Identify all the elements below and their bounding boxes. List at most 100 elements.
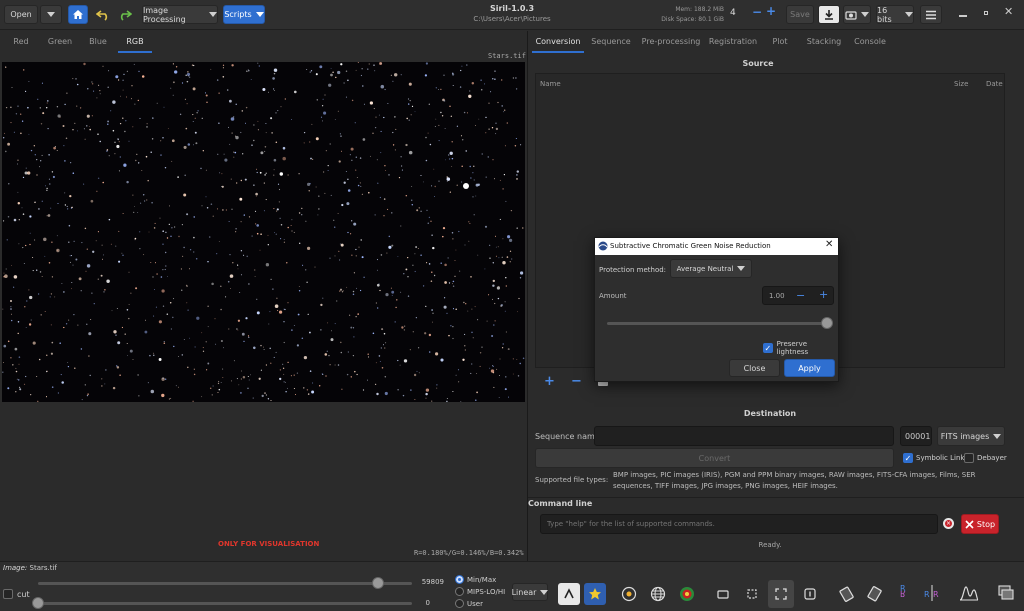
sequence-number-input[interactable]: 00001 — [900, 426, 932, 446]
scale-dropdown[interactable]: Linear — [512, 583, 549, 601]
redo-button[interactable] — [114, 4, 136, 26]
radio-mips[interactable]: MIPS-LO/HI — [455, 587, 505, 596]
dialog-close-button[interactable]: Close — [729, 359, 780, 377]
autostretch-button[interactable] — [558, 583, 580, 605]
amount-spinbox[interactable]: 1.00 − + — [762, 286, 834, 305]
high-slider-track[interactable] — [38, 582, 412, 585]
add-files-icon[interactable]: + — [544, 374, 555, 389]
protection-method-dropdown[interactable]: Average Neutral — [670, 259, 752, 278]
crop-button[interactable] — [712, 583, 734, 605]
image-canvas[interactable] — [2, 62, 525, 402]
dialog-apply-button[interactable]: Apply — [784, 359, 835, 377]
image-processing-menu-button[interactable]: Image Processing — [142, 5, 218, 24]
low-value[interactable]: 0 — [416, 599, 430, 607]
amount-slider-knob[interactable] — [821, 317, 833, 329]
zoom-one-button[interactable] — [799, 583, 821, 605]
preserve-lightness-toggle[interactable]: ✓ Preserve lightness — [763, 340, 838, 356]
star — [4, 274, 8, 278]
star — [5, 268, 7, 270]
symbolic-link-toggle[interactable]: ✓ Symbolic Link — [903, 453, 964, 463]
star — [63, 145, 65, 147]
amount-increase-icon[interactable]: + — [819, 288, 828, 301]
tab-blue[interactable]: Blue — [82, 31, 114, 53]
star — [193, 251, 195, 253]
column-name[interactable]: Name — [540, 80, 561, 88]
save-as-button[interactable] — [818, 5, 840, 24]
star — [397, 359, 399, 362]
radio-mips-dot[interactable] — [455, 587, 464, 596]
tab-red[interactable]: Red — [4, 31, 38, 53]
radio-minmax-dot[interactable] — [455, 575, 464, 584]
fit-zoom-button[interactable] — [768, 580, 794, 608]
scripts-menu-button[interactable]: Scripts — [223, 5, 265, 24]
color-tool-button[interactable] — [584, 583, 606, 605]
dialog-close-icon[interactable]: ✕ — [825, 239, 833, 250]
debayer-toggle[interactable]: Debayer — [964, 453, 1007, 463]
column-date[interactable]: Date — [986, 80, 1003, 88]
star — [169, 205, 170, 207]
histogram-button[interactable] — [958, 582, 980, 604]
radio-user-dot[interactable] — [455, 599, 464, 608]
cut-toggle[interactable]: cut — [3, 589, 30, 599]
star — [241, 110, 244, 112]
psf-button[interactable] — [676, 583, 698, 605]
star — [425, 136, 427, 139]
column-size[interactable]: Size — [954, 80, 968, 88]
cut-checkbox[interactable] — [3, 589, 13, 599]
rotate-right-button[interactable] — [864, 583, 886, 605]
star — [367, 353, 369, 355]
convert-button[interactable]: Convert — [535, 448, 894, 468]
tab-preprocessing[interactable]: Pre-processing — [640, 31, 702, 53]
rotate-left-button[interactable] — [836, 583, 858, 605]
star — [50, 324, 52, 326]
star — [416, 209, 419, 212]
tab-plot[interactable]: Plot — [766, 31, 794, 53]
thread-count[interactable]: 4 — [730, 8, 736, 18]
home-button[interactable] — [68, 5, 88, 24]
tab-rgb[interactable]: RGB — [118, 31, 152, 53]
clear-command-button[interactable]: × — [943, 518, 954, 529]
bit-depth-button[interactable]: 16 bits — [876, 5, 914, 24]
high-value[interactable]: 59809 — [416, 578, 444, 586]
symbolic-link-checkbox[interactable]: ✓ — [903, 453, 913, 463]
tab-green[interactable]: Green — [42, 31, 78, 53]
save-button[interactable]: Save — [786, 5, 814, 24]
minimize-button[interactable] — [958, 8, 968, 18]
radio-minmax[interactable]: Min/Max — [455, 575, 496, 584]
debayer-checkbox[interactable] — [964, 453, 974, 463]
star — [503, 174, 505, 176]
selection-button[interactable] — [741, 583, 763, 605]
plus-icon[interactable]: + — [766, 4, 776, 18]
sequence-name-input[interactable] — [594, 426, 894, 446]
astrometry-button[interactable] — [647, 583, 669, 605]
tab-registration[interactable]: Registration — [708, 31, 758, 53]
low-slider-knob[interactable] — [32, 597, 44, 609]
low-slider-track[interactable] — [38, 602, 412, 605]
main-menu-button[interactable] — [920, 5, 942, 24]
tab-conversion[interactable]: Conversion — [532, 31, 584, 53]
amount-slider-track[interactable] — [607, 322, 833, 325]
star — [273, 72, 276, 75]
tab-stacking[interactable]: Stacking — [804, 31, 844, 53]
minus-icon[interactable]: − — [752, 5, 762, 19]
remove-files-icon[interactable]: − — [571, 374, 582, 389]
radio-user[interactable]: User — [455, 599, 483, 608]
display-mode-button[interactable] — [995, 582, 1017, 604]
stop-button[interactable]: Stop — [961, 514, 999, 534]
preserve-lightness-checkbox[interactable]: ✓ — [763, 343, 773, 353]
tab-sequence[interactable]: Sequence — [590, 31, 632, 53]
snapshot-button[interactable] — [843, 5, 871, 24]
mirror-y-button[interactable]: RR — [921, 582, 943, 604]
format-dropdown[interactable]: FITS images — [937, 426, 1005, 446]
undo-button[interactable] — [92, 4, 114, 26]
recent-dropdown-button[interactable] — [40, 5, 62, 24]
open-button[interactable]: Open — [4, 5, 38, 24]
command-input[interactable] — [540, 514, 938, 534]
mirror-x-button[interactable]: RR — [893, 582, 915, 604]
close-window-icon[interactable]: ✕ — [1004, 5, 1013, 18]
star — [132, 126, 134, 128]
tab-console[interactable]: Console — [850, 31, 890, 53]
maximize-button[interactable] — [981, 8, 991, 18]
amount-decrease-icon[interactable]: − — [796, 289, 805, 302]
photometry-button[interactable] — [618, 583, 640, 605]
